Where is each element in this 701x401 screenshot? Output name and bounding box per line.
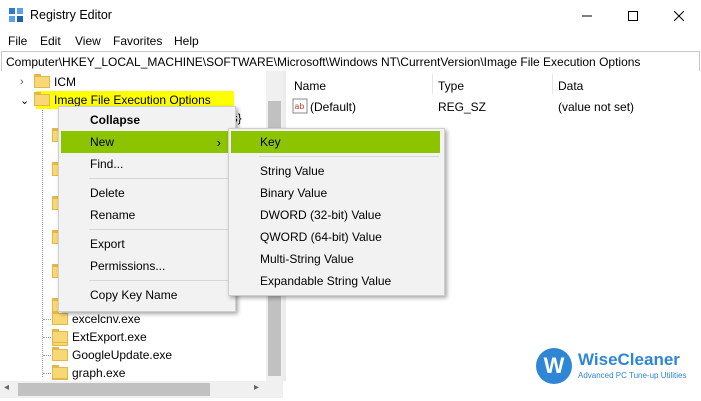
wisecleaner-logo-icon: W [536, 348, 572, 384]
address-bar[interactable]: Computer\HKEY_LOCAL_MACHINE\SOFTWARE\Mic… [1, 51, 700, 72]
menu-item-label: DWORD (32-bit) Value [260, 208, 382, 222]
title-bar: Registry Editor [0, 0, 701, 31]
menu-file[interactable]: File [8, 34, 27, 48]
watermark-tagline: Advanced PC Tune-up Utilities [578, 371, 687, 380]
column-divider[interactable] [552, 74, 553, 94]
tree-item-graph[interactable]: graph.exe [52, 364, 125, 382]
menu-item-new-multi-string-value[interactable]: Multi-String Value [231, 248, 440, 270]
value-type: REG_SZ [438, 100, 487, 114]
maximize-button[interactable] [610, 0, 656, 31]
menu-item-label: String Value [260, 164, 325, 178]
menu-separator [89, 280, 229, 281]
tree-item-googleupdate[interactable]: GoogleUpdate.exe [52, 346, 172, 364]
new-submenu: Key String Value Binary Value DWORD (32-… [228, 128, 445, 296]
tree-item-label: ICM [54, 75, 76, 89]
tree-item-label: ExtExport.exe [72, 330, 147, 344]
menu-item-delete[interactable]: Delete [61, 182, 231, 204]
menu-favorites[interactable]: Favorites [113, 34, 162, 48]
column-header-data[interactable]: Data [558, 79, 583, 93]
menu-item-collapse[interactable]: Collapse [61, 109, 231, 131]
scroll-thumb[interactable] [18, 383, 210, 396]
menu-item-new-binary-value[interactable]: Binary Value [231, 182, 440, 204]
menu-item-new-key[interactable]: Key [231, 131, 440, 153]
expand-arrow-icon[interactable]: › [20, 76, 34, 88]
close-button[interactable] [656, 0, 701, 31]
collapse-arrow-icon[interactable]: ⌄ [20, 94, 34, 107]
maximize-icon [628, 10, 638, 21]
menu-item-export[interactable]: Export [61, 233, 231, 255]
menu-item-label: Copy Key Name [90, 288, 178, 302]
menu-item-label: Binary Value [260, 186, 328, 200]
tree-item-label: excelcnv.exe [72, 312, 141, 326]
menu-item-new-expandable-string-value[interactable]: Expandable String Value [231, 270, 440, 292]
minimize-icon [582, 15, 592, 16]
column-divider[interactable] [432, 74, 433, 94]
menu-item-permissions[interactable]: Permissions... [61, 255, 231, 277]
tree-item-excelcnv[interactable]: excelcnv.exe [52, 310, 140, 328]
tree-item-label: graph.exe [72, 366, 126, 380]
value-name[interactable]: (Default) [310, 100, 356, 114]
menu-item-copy-key-name[interactable]: Copy Key Name [61, 284, 231, 306]
menu-view[interactable]: View [75, 34, 101, 48]
value-data: (value not set) [558, 100, 635, 114]
menu-item-label: Multi-String Value [260, 252, 354, 266]
menu-item-label: Delete [90, 186, 125, 200]
folder-icon [34, 92, 50, 106]
menu-item-label: Expandable String Value [260, 274, 392, 288]
menu-item-label: New [90, 135, 115, 149]
watermark-brand: WiseCleaner [578, 350, 680, 369]
menu-item-rename[interactable]: Rename [61, 204, 231, 226]
tree-item-label: GoogleUpdate.exe [72, 348, 173, 362]
menu-item-label: Key [260, 135, 281, 149]
menu-item-new-qword-value[interactable]: QWORD (64-bit) Value [231, 226, 440, 248]
menu-bar: File Edit View Favorites Help [0, 31, 701, 51]
window-title: Registry Editor [30, 8, 112, 22]
folder-icon [52, 329, 68, 343]
menu-item-label: Find... [90, 157, 124, 171]
minimize-button[interactable] [564, 0, 610, 31]
string-value-icon: ab [292, 98, 308, 114]
tree-item-icm[interactable]: › ICM [20, 73, 76, 91]
menu-item-find[interactable]: Find... [61, 153, 231, 175]
column-header-name[interactable]: Name [294, 79, 326, 93]
folder-icon [52, 311, 68, 325]
menu-item-label: Export [90, 237, 125, 251]
menu-edit[interactable]: Edit [40, 34, 61, 48]
address-path: Computer\HKEY_LOCAL_MACHINE\SOFTWARE\Mic… [6, 55, 641, 69]
menu-item-label: Collapse [90, 113, 141, 127]
menu-item-new-string-value[interactable]: String Value [231, 160, 440, 182]
menu-item-label: Permissions... [90, 259, 166, 273]
folder-icon [34, 74, 50, 88]
tree-horizontal-scrollbar[interactable]: ◂ ▸ [0, 381, 283, 398]
column-header-type[interactable]: Type [438, 79, 464, 93]
menu-separator [259, 156, 439, 157]
folder-icon [52, 347, 68, 361]
menu-help[interactable]: Help [174, 34, 199, 48]
folder-icon [52, 365, 68, 379]
svg-text:ab: ab [295, 102, 305, 111]
registry-editor-icon [8, 7, 24, 23]
menu-item-label: Rename [90, 208, 136, 222]
submenu-arrow-icon: › [216, 134, 221, 150]
scroll-right-icon[interactable]: ▸ [254, 382, 259, 393]
menu-item-new-dword-value[interactable]: DWORD (32-bit) Value [231, 204, 440, 226]
menu-item-new[interactable]: New › [61, 131, 231, 153]
menu-separator [89, 229, 229, 230]
close-icon [674, 10, 684, 21]
wisecleaner-watermark: W WiseCleaner Advanced PC Tune-up Utilit… [536, 345, 696, 390]
tree-item-label: Image File Execution Options [54, 93, 211, 107]
context-menu: Collapse New › Find... Delete Rename Exp… [58, 106, 236, 312]
menu-separator [89, 178, 229, 179]
tree-item-extexport[interactable]: ExtExport.exe [52, 328, 147, 346]
menu-item-label: QWORD (64-bit) Value [260, 230, 382, 244]
scroll-left-icon[interactable]: ◂ [4, 382, 9, 393]
